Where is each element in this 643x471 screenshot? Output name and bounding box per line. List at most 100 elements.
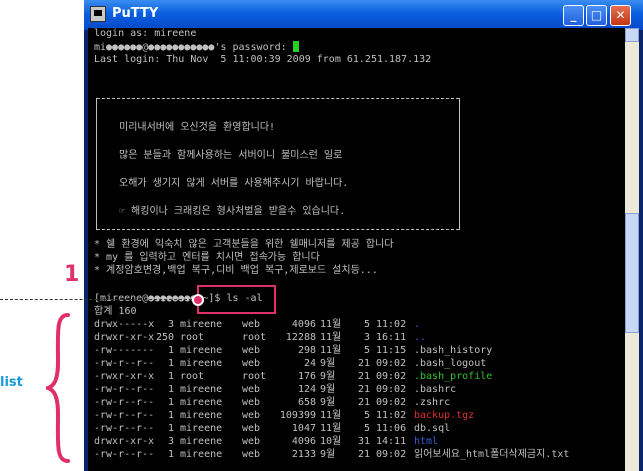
file-owner: mireene — [180, 410, 223, 421]
file-owner: mireene — [180, 397, 223, 408]
file-size: 124 — [297, 384, 316, 395]
file-time: 11:02 — [376, 319, 407, 330]
terminal-area[interactable]: login as: mireene mi●●●●●●@●●●●●●●●●●●'s… — [88, 28, 625, 471]
banner-line: 오해가 생기지 않게 서버를 사용해주시기 바랍니다. — [119, 178, 349, 189]
total-line: 합계 160 — [94, 306, 137, 317]
file-links: 1 — [167, 397, 174, 408]
file-time: 09:02 — [376, 371, 407, 382]
file-owner: mireene — [180, 358, 223, 369]
file-links: 250 — [155, 332, 174, 343]
list-brace-icon — [46, 313, 70, 463]
file-links: 3 — [167, 319, 174, 330]
password-prompt: mi●●●●●●@●●●●●●●●●●●'s password: — [94, 42, 293, 53]
file-links: 1 — [167, 384, 174, 395]
file-size: 2133 — [291, 449, 316, 460]
file-day: 21 — [357, 358, 370, 369]
command-highlight-box — [197, 285, 276, 314]
file-perm: -rw-r--r-- — [94, 384, 155, 395]
file-name: .. — [414, 332, 427, 343]
password-line: mi●●●●●●@●●●●●●●●●●●'s password: — [94, 41, 299, 54]
banner-line: 많은 분들과 함께사용하는 서버이니 불미스런 일로 — [119, 150, 343, 161]
file-group: web — [242, 319, 261, 330]
scroll-up-arrow[interactable] — [625, 28, 639, 42]
file-perm: -rw------- — [94, 345, 155, 356]
file-perm: -rw-r--r-- — [94, 423, 155, 434]
file-perm: -rw-r--r-- — [94, 358, 155, 369]
list-label: list — [0, 375, 23, 390]
file-size: 4096 — [291, 319, 316, 330]
notice-line: * 계정암호변경,백업 복구,디비 백업 복구,제로보드 설치등... — [94, 265, 378, 276]
file-perm: drwx-----x — [94, 319, 155, 330]
file-links: 1 — [167, 371, 174, 382]
file-group: web — [242, 384, 261, 395]
file-links: 1 — [167, 410, 174, 421]
file-mon: 9월 — [320, 449, 336, 460]
file-group: web — [242, 397, 261, 408]
file-links: 1 — [167, 358, 174, 369]
file-name: .bash_logout — [414, 358, 487, 369]
file-time: 14:11 — [376, 436, 407, 447]
file-size: 1047 — [291, 423, 316, 434]
file-perm: -rw-r--r-- — [94, 410, 155, 421]
file-mon: 9월 — [320, 397, 336, 408]
minimize-button[interactable]: _ — [563, 5, 584, 26]
file-owner: mireene — [180, 319, 223, 330]
file-time: 11:15 — [376, 345, 407, 356]
file-time: 16:11 — [376, 332, 407, 343]
file-group: web — [242, 449, 261, 460]
file-name: .zshrc — [414, 397, 451, 408]
file-perm: -rwxr-xr-x — [94, 371, 155, 382]
file-time: 11:02 — [376, 410, 407, 421]
file-group: web — [242, 423, 261, 434]
vertical-scrollbar[interactable] — [625, 28, 639, 471]
file-day: 21 — [357, 397, 370, 408]
file-group: root — [242, 371, 267, 382]
pointer-dot — [192, 294, 204, 306]
file-group: root — [242, 332, 267, 343]
close-button[interactable]: ✕ — [610, 5, 631, 26]
file-group: web — [242, 410, 261, 421]
file-mon: 9월 — [320, 358, 336, 369]
file-perm: drwxr-xr-x — [94, 436, 155, 447]
file-owner: root — [180, 332, 205, 343]
file-time: 09:02 — [376, 449, 407, 460]
file-name: db.sql — [414, 423, 451, 434]
cursor — [292, 41, 299, 52]
file-mon: 11월 — [320, 332, 342, 343]
file-mon: 11월 — [320, 410, 342, 421]
file-owner: mireene — [180, 345, 223, 356]
scroll-thumb[interactable] — [625, 213, 639, 333]
file-size: 658 — [297, 397, 316, 408]
file-size: 4096 — [291, 436, 316, 447]
file-time: 09:02 — [376, 384, 407, 395]
file-links: 1 — [167, 423, 174, 434]
file-mon: 11월 — [320, 345, 342, 356]
file-day: 21 — [357, 384, 370, 395]
file-day: 31 — [357, 436, 370, 447]
title-bar[interactable]: PuTTY _ □ ✕ — [84, 0, 643, 30]
file-day: 3 — [363, 332, 370, 343]
notice-line: * my 를 입력하고 엔터를 치시면 접속가능 합니다 — [94, 252, 320, 263]
file-day: 5 — [363, 410, 370, 421]
step-number: 1 — [64, 262, 80, 287]
file-owner: mireene — [180, 384, 223, 395]
file-perm: -rw-r--r-- — [94, 449, 155, 460]
file-links: 1 — [167, 449, 174, 460]
file-name: .bash_history — [414, 345, 493, 356]
file-owner: root — [180, 371, 205, 382]
file-links: 3 — [167, 436, 174, 447]
file-name: backup.tgz — [414, 410, 475, 421]
file-day: 21 — [357, 371, 370, 382]
file-mon: 11월 — [320, 319, 342, 330]
banner-line: ☞ 해킹이나 크래킹은 형사처벌을 받을수 있습니다. — [119, 206, 346, 217]
file-mon: 9월 — [320, 371, 336, 382]
file-perm: drwxr-xr-x — [94, 332, 155, 343]
maximize-button[interactable]: □ — [586, 5, 607, 26]
putty-icon[interactable] — [90, 6, 106, 22]
file-day: 21 — [357, 449, 370, 460]
file-size: 298 — [297, 345, 316, 356]
file-perm: -rw-r--r-- — [94, 397, 155, 408]
file-name: .bashrc — [414, 384, 457, 395]
file-group: web — [242, 345, 261, 356]
file-day: 5 — [363, 345, 370, 356]
